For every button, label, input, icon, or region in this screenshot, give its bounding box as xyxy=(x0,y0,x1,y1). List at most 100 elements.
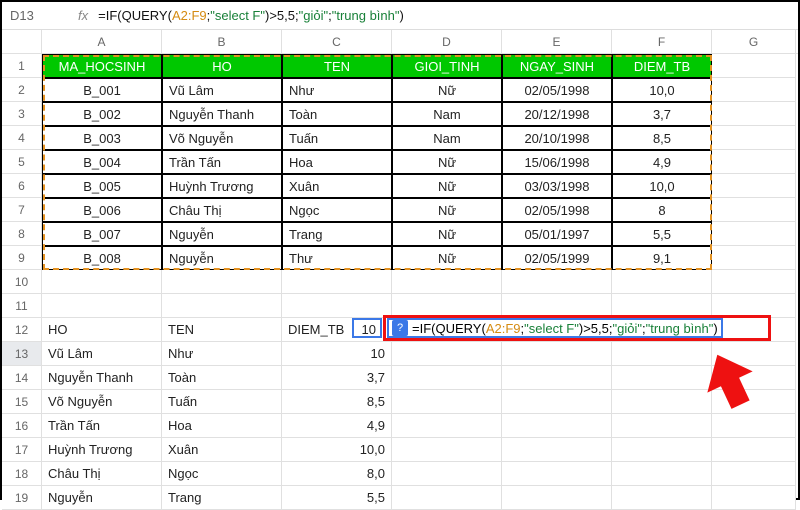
cell[interactable] xyxy=(712,414,796,438)
row-header-2[interactable]: 2 xyxy=(2,78,42,102)
cell[interactable]: B_003 xyxy=(42,126,162,150)
cell[interactable]: 10,0 xyxy=(612,78,712,102)
cell[interactable] xyxy=(162,270,282,294)
cell[interactable] xyxy=(712,78,796,102)
cell[interactable] xyxy=(712,318,796,342)
cell[interactable]: Trang xyxy=(162,486,282,510)
cell[interactable] xyxy=(712,462,796,486)
cell[interactable]: Nữ xyxy=(392,174,502,198)
cell[interactable]: Nữ xyxy=(392,246,502,270)
cell[interactable]: Châu Thị xyxy=(42,462,162,486)
row-header-16[interactable]: 16 xyxy=(2,414,42,438)
cell[interactable]: Như xyxy=(282,78,392,102)
header-cell[interactable]: TEN xyxy=(282,54,392,78)
cell[interactable]: 8,0 xyxy=(282,462,392,486)
cell[interactable] xyxy=(502,294,612,318)
cell[interactable] xyxy=(612,294,712,318)
cell[interactable]: Huỳnh Trương xyxy=(162,174,282,198)
cell[interactable] xyxy=(612,486,712,510)
cell[interactable] xyxy=(712,270,796,294)
cell[interactable]: B_001 xyxy=(42,78,162,102)
row-header-14[interactable]: 14 xyxy=(2,366,42,390)
cell[interactable]: Ngọc xyxy=(162,462,282,486)
cell[interactable]: Như xyxy=(162,342,282,366)
cell[interactable]: Ngọc xyxy=(282,198,392,222)
cell-formula-editor[interactable]: ? =IF(QUERY(A2:F9;"select F")>5,5;"giỏi"… xyxy=(387,318,723,338)
cell[interactable]: Vũ Lâm xyxy=(162,78,282,102)
cell[interactable] xyxy=(612,366,712,390)
row-header-13[interactable]: 13 xyxy=(2,342,42,366)
row-header-5[interactable]: 5 xyxy=(2,150,42,174)
cell[interactable]: B_007 xyxy=(42,222,162,246)
row-header-6[interactable]: 6 xyxy=(2,174,42,198)
cell[interactable] xyxy=(712,294,796,318)
cell[interactable]: Hoa xyxy=(162,414,282,438)
row-header-19[interactable]: 19 xyxy=(2,486,42,510)
cell[interactable] xyxy=(712,366,796,390)
cell[interactable] xyxy=(712,150,796,174)
cell[interactable]: 02/05/1998 xyxy=(502,78,612,102)
cell[interactable] xyxy=(392,294,502,318)
cell[interactable] xyxy=(392,366,502,390)
cell[interactable]: 3,7 xyxy=(282,366,392,390)
cell[interactable]: Toàn xyxy=(162,366,282,390)
row-header-17[interactable]: 17 xyxy=(2,438,42,462)
row-header-10[interactable]: 10 xyxy=(2,270,42,294)
cell[interactable]: Nguyễn xyxy=(162,222,282,246)
cell[interactable]: 03/03/1998 xyxy=(502,174,612,198)
cell[interactable] xyxy=(392,342,502,366)
formula-input[interactable]: =IF(QUERY(A2:F9;"select F")>5,5;"giỏi";"… xyxy=(98,8,404,23)
cell[interactable]: Nữ xyxy=(392,222,502,246)
cell[interactable] xyxy=(502,366,612,390)
cell[interactable]: 8 xyxy=(612,198,712,222)
cell[interactable] xyxy=(392,390,502,414)
cell[interactable] xyxy=(712,198,796,222)
cell[interactable]: Thư xyxy=(282,246,392,270)
header-cell[interactable]: HO xyxy=(162,54,282,78)
col-header-F[interactable]: F xyxy=(612,30,712,53)
row-header-8[interactable]: 8 xyxy=(2,222,42,246)
cell[interactable]: 20/10/1998 xyxy=(502,126,612,150)
cell[interactable] xyxy=(392,414,502,438)
cell[interactable] xyxy=(612,390,712,414)
cell[interactable] xyxy=(712,246,796,270)
cell[interactable] xyxy=(712,438,796,462)
cell[interactable]: B_004 xyxy=(42,150,162,174)
row-header-12[interactable]: 12 xyxy=(2,318,42,342)
cell[interactable]: Nguyễn xyxy=(162,246,282,270)
cell[interactable]: Trần Tấn xyxy=(162,150,282,174)
cell[interactable]: Châu Thị xyxy=(162,198,282,222)
header-cell[interactable]: MA_HOCSINH xyxy=(42,54,162,78)
row-header-9[interactable]: 9 xyxy=(2,246,42,270)
cell[interactable] xyxy=(502,462,612,486)
cell[interactable] xyxy=(282,270,392,294)
name-box[interactable]: D13 xyxy=(8,8,68,23)
cell[interactable]: Hoa xyxy=(282,150,392,174)
header-cell[interactable]: NGAY_SINH xyxy=(502,54,612,78)
cell[interactable]: Nguyễn Thanh xyxy=(162,102,282,126)
cell[interactable]: Huỳnh Trương xyxy=(42,438,162,462)
cell[interactable]: 15/06/1998 xyxy=(502,150,612,174)
cell[interactable]: Nữ xyxy=(392,78,502,102)
cell[interactable]: Trần Tấn xyxy=(42,414,162,438)
cell[interactable]: Nữ xyxy=(392,198,502,222)
cell[interactable] xyxy=(712,342,796,366)
cell[interactable]: HO xyxy=(42,318,162,342)
cell[interactable]: Nam xyxy=(392,102,502,126)
col-header-B[interactable]: B xyxy=(162,30,282,53)
cell[interactable]: 4,9 xyxy=(282,414,392,438)
cell[interactable]: B_002 xyxy=(42,102,162,126)
cell[interactable]: 10,0 xyxy=(282,438,392,462)
cell[interactable] xyxy=(712,102,796,126)
cell[interactable] xyxy=(612,342,712,366)
cell[interactable] xyxy=(392,438,502,462)
cell[interactable] xyxy=(712,390,796,414)
cell[interactable] xyxy=(502,486,612,510)
cell[interactable]: B_005 xyxy=(42,174,162,198)
cell[interactable]: 02/05/1998 xyxy=(502,198,612,222)
row-header-18[interactable]: 18 xyxy=(2,462,42,486)
cell[interactable]: 8,5 xyxy=(612,126,712,150)
row-header-11[interactable]: 11 xyxy=(2,294,42,318)
cell[interactable]: Tuấn xyxy=(282,126,392,150)
cell[interactable] xyxy=(502,390,612,414)
